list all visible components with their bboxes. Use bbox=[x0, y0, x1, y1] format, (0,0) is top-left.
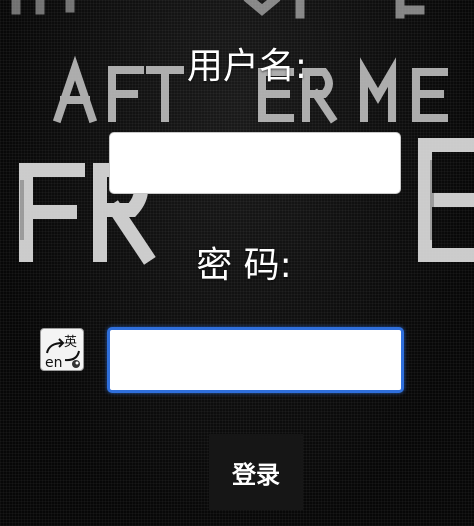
ime-bottom-text: en bbox=[45, 355, 63, 371]
ime-switch-icon[interactable]: 英 en bbox=[40, 328, 84, 371]
username-label: 用户名: bbox=[186, 46, 308, 87]
password-label: 密 码: bbox=[196, 245, 292, 286]
username-input[interactable] bbox=[109, 132, 401, 194]
login-page: 用户名: 密 码: 英 en 登录 bbox=[0, 0, 474, 526]
password-input[interactable] bbox=[107, 327, 404, 393]
login-button[interactable]: 登录 bbox=[209, 434, 303, 510]
ime-top-char: 英 bbox=[64, 335, 77, 350]
